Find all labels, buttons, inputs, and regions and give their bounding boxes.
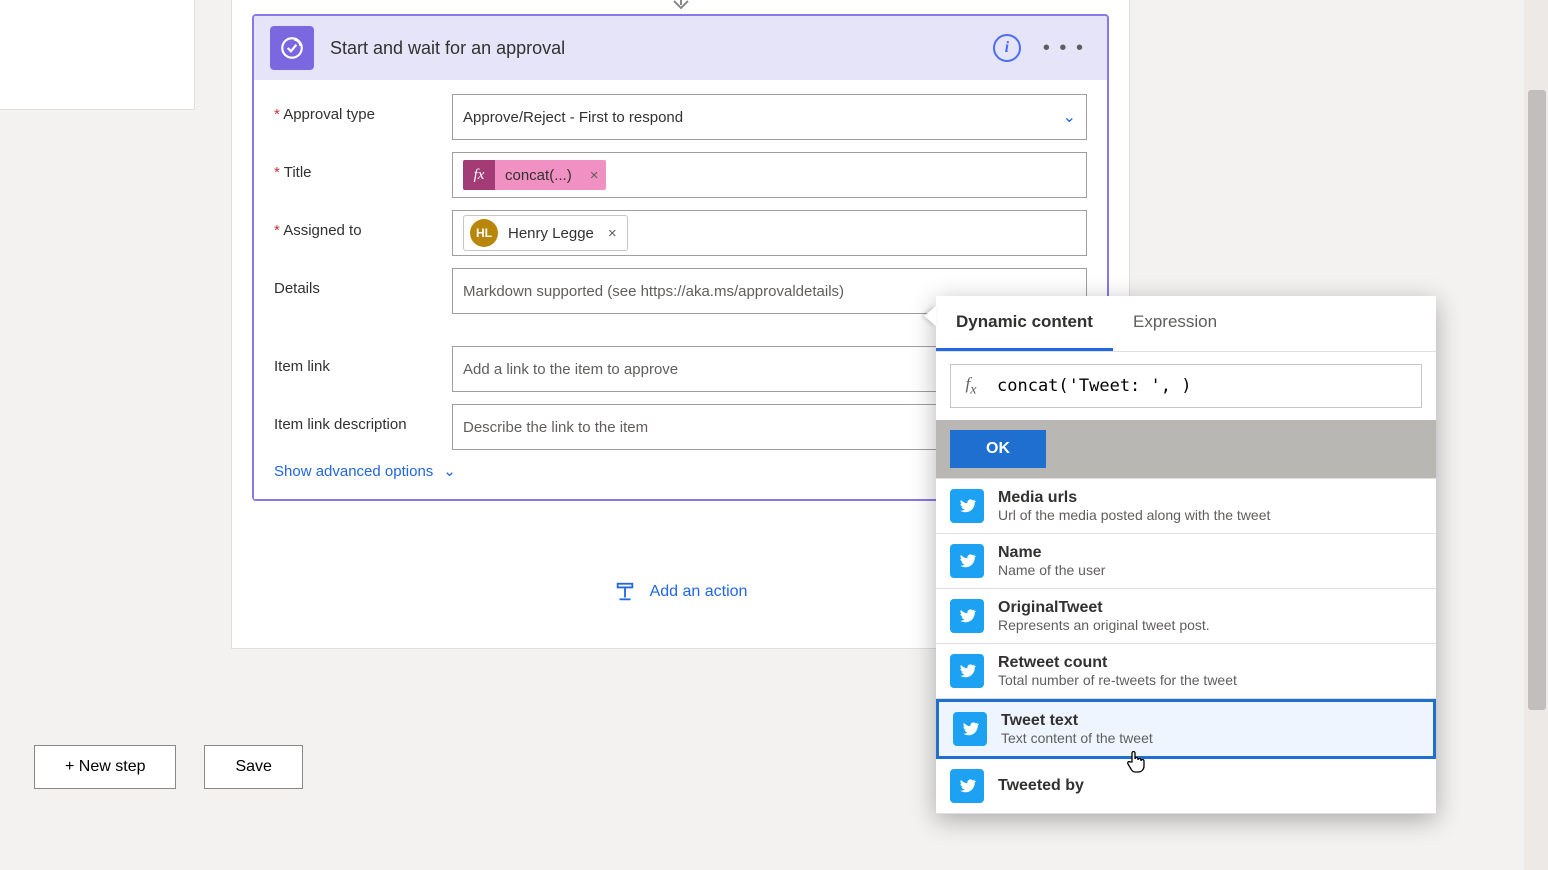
person-chip[interactable]: HL Henry Legge ×	[463, 215, 628, 251]
item-link-label: Item link	[274, 346, 452, 375]
add-action-button[interactable]: Add an action	[614, 581, 748, 603]
dynamic-content-popover: Dynamic content Expression fx OK Media u…	[936, 296, 1436, 814]
details-label: Details	[274, 268, 452, 297]
dynamic-item-desc: Url of the media posted along with the t…	[998, 507, 1270, 523]
dynamic-item-title: Tweet text	[1001, 712, 1153, 730]
chevron-down-icon: ⌄	[443, 462, 456, 480]
show-advanced-label: Show advanced options	[274, 463, 433, 480]
tab-dynamic-content[interactable]: Dynamic content	[936, 296, 1113, 351]
dynamic-item[interactable]: Tweeted by	[936, 759, 1436, 814]
dynamic-item-desc: Text content of the tweet	[1001, 730, 1153, 746]
add-action-label: Add an action	[650, 583, 748, 601]
action-card-header[interactable]: Start and wait for an approval i • • •	[254, 16, 1107, 80]
remove-person-icon[interactable]: ×	[604, 225, 621, 242]
dynamic-item[interactable]: Retweet countTotal number of re-tweets f…	[936, 644, 1436, 699]
scrollbar-track[interactable]	[1524, 0, 1548, 870]
save-button[interactable]: Save	[204, 745, 302, 789]
dynamic-item-title: Media urls	[998, 489, 1270, 507]
dynamic-item-title: Name	[998, 544, 1105, 562]
show-advanced-toggle[interactable]: Show advanced options ⌄	[274, 462, 456, 480]
more-menu-icon[interactable]: • • •	[1037, 37, 1091, 60]
dynamic-item[interactable]: Media urlsUrl of the media posted along …	[936, 479, 1436, 534]
add-action-icon	[614, 581, 636, 603]
twitter-icon	[950, 599, 984, 633]
scrollbar-thumb[interactable]	[1528, 90, 1546, 710]
action-card-title: Start and wait for an approval	[330, 38, 993, 59]
details-placeholder: Markdown supported (see https://aka.ms/a…	[463, 283, 844, 300]
avatar: HL	[470, 219, 498, 247]
twitter-icon	[950, 654, 984, 688]
dynamic-item-desc: Represents an original tweet post.	[998, 617, 1210, 633]
popover-tabs: Dynamic content Expression	[936, 296, 1436, 352]
assigned-to-label: Assigned to	[274, 210, 452, 239]
remove-token-icon[interactable]: ×	[582, 167, 607, 184]
person-name: Henry Legge	[508, 225, 594, 242]
dynamic-item[interactable]: OriginalTweetRepresents an original twee…	[936, 589, 1436, 644]
dynamic-item-title: Tweeted by	[998, 777, 1084, 795]
expression-token-text: concat(...)	[495, 163, 582, 188]
twitter-icon	[953, 712, 987, 746]
item-link-desc-placeholder: Describe the link to the item	[463, 419, 648, 436]
item-link-placeholder: Add a link to the item to approve	[463, 361, 678, 378]
approval-type-value: Approve/Reject - First to respond	[463, 109, 683, 126]
dynamic-item[interactable]: NameName of the user	[936, 534, 1436, 589]
item-link-desc-label: Item link description	[274, 404, 452, 433]
expression-token[interactable]: fx concat(...) ×	[463, 160, 606, 190]
approval-type-select[interactable]: Approve/Reject - First to respond ⌄	[452, 94, 1087, 140]
dynamic-item-title: OriginalTweet	[998, 599, 1210, 617]
tab-expression[interactable]: Expression	[1113, 296, 1237, 351]
expression-bar: fx	[950, 364, 1422, 408]
approval-type-label: Approval type	[274, 94, 452, 123]
fx-icon: fx	[463, 160, 495, 190]
info-icon[interactable]: i	[993, 34, 1021, 62]
expression-input[interactable]	[991, 368, 1421, 404]
assigned-to-field[interactable]: HL Henry Legge ×	[452, 210, 1087, 256]
fx-icon: fx	[951, 374, 991, 398]
title-label: Title	[274, 152, 452, 181]
dynamic-item[interactable]: Tweet textText content of the tweet	[936, 699, 1436, 759]
new-step-button[interactable]: + New step	[34, 745, 176, 789]
dynamic-item-desc: Name of the user	[998, 562, 1105, 578]
dynamic-item-title: Retweet count	[998, 654, 1237, 672]
approval-icon	[270, 26, 314, 70]
twitter-icon	[950, 489, 984, 523]
twitter-icon	[950, 544, 984, 578]
popover-arrow	[924, 306, 936, 326]
title-field[interactable]: fx concat(...) ×	[452, 152, 1087, 198]
dynamic-item-desc: Total number of re-tweets for the tweet	[998, 672, 1237, 688]
connector-arrow	[232, 0, 1129, 8]
chevron-down-icon: ⌄	[1063, 107, 1076, 127]
dynamic-content-list: Media urlsUrl of the media posted along …	[936, 478, 1436, 814]
left-panel-stub	[0, 0, 195, 110]
twitter-icon	[950, 769, 984, 803]
footer-buttons: + New step Save	[34, 745, 303, 789]
ok-button[interactable]: OK	[950, 430, 1046, 468]
